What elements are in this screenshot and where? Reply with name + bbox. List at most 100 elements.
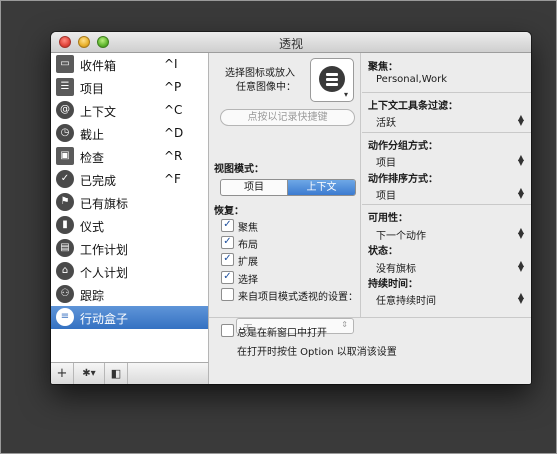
view-mode-label: 视图模式： <box>214 164 264 175</box>
sorting-label: 动作排序方式： <box>368 174 438 185</box>
record-shortcut-button[interactable]: 点按以记录快捷键 <box>220 109 355 126</box>
sidebar-item-shortcut: ^C <box>164 103 183 117</box>
sidebar-item-due[interactable]: ◷ 截止 ^D <box>51 122 208 145</box>
sidebar-item-review[interactable]: ▣ 检查 ^R <box>51 145 208 168</box>
sidebar-item-label: 跟踪 <box>80 289 105 303</box>
at-sign-icon: @ <box>56 101 74 119</box>
toolbar-filter-value: 活跃 <box>376 118 396 129</box>
perspective-list[interactable]: ▭ 收件箱 ^I ☰ 项目 ^P @ 上下文 ^C ◷ 截止 ^D ▣ 检查 ^… <box>51 53 209 362</box>
restore-project-settings-checkbox[interactable] <box>221 288 234 301</box>
people-icon: ⚇ <box>56 285 74 303</box>
grouping-popup[interactable]: 项目 ▲ ▼ <box>376 153 524 170</box>
availability-label: 可用性： <box>368 213 408 224</box>
grouping-label: 动作分组方式： <box>368 141 438 152</box>
restore-selection-checkbox[interactable]: ✓ <box>221 271 234 284</box>
sidebar-item-label: 收件箱 <box>80 59 117 73</box>
bar-chart-icon: ▮ <box>56 216 74 234</box>
sidebar-item-tracking[interactable]: ⚇ 跟踪 <box>51 283 208 306</box>
icon-hint-line-1: 选择图标或放入 <box>225 68 295 79</box>
list-icon: ≡ <box>56 308 74 326</box>
restore-expansion-checkbox[interactable]: ✓ <box>221 253 234 266</box>
projects-icon: ☰ <box>56 78 74 96</box>
sidebar-item-completed[interactable]: ✓ 已完成 ^F <box>51 168 208 191</box>
sorting-value: 项目 <box>376 191 396 202</box>
sidebar-item-action-box[interactable]: ≡ 行动盒子 <box>51 306 208 329</box>
view-mode-segmented-control[interactable]: 项目 上下文 <box>220 179 356 196</box>
sidebar-item-label: 检查 <box>80 151 105 165</box>
restore-label: 恢复： <box>214 206 244 217</box>
divider <box>362 92 531 93</box>
clock-icon: ◷ <box>56 124 74 142</box>
restore-focus-label: 聚焦 <box>238 223 258 234</box>
sidebar-item-personal-plan[interactable]: ⌂ 个人计划 <box>51 260 208 283</box>
sidebar-item-label: 截止 <box>80 128 105 142</box>
availability-value: 下一个动作 <box>376 231 426 242</box>
updown-arrow-icon: ▲ ▼ <box>517 153 524 167</box>
sidebar-item-label: 项目 <box>80 82 105 96</box>
restore-expansion-label: 扩展 <box>238 257 258 268</box>
open-new-window-checkbox[interactable] <box>221 324 234 337</box>
duration-popup[interactable]: 任意持续时间 ▲ ▼ <box>376 291 524 308</box>
sidebar-item-contexts[interactable]: @ 上下文 ^C <box>51 99 208 122</box>
updown-arrow-icon: ▲ ▼ <box>517 259 524 273</box>
sidebar-item-projects[interactable]: ☰ 项目 ^P <box>51 76 208 99</box>
availability-popup[interactable]: 下一个动作 ▲ ▼ <box>376 226 524 243</box>
briefcase-icon: ▤ <box>56 239 74 257</box>
restore-layout-checkbox[interactable]: ✓ <box>221 236 234 249</box>
status-label: 状态： <box>368 246 398 257</box>
sidebar-item-shortcut: ^P <box>164 80 182 94</box>
sidebar-item-label: 已有旗标 <box>80 197 129 211</box>
updown-arrow-icon: ⇕ <box>341 320 348 329</box>
perspective-filters: 聚焦： Personal,Work 上下文工具条过滤： 活跃 ▲ ▼ 动作分组方式… <box>362 53 531 384</box>
house-icon: ⌂ <box>56 262 74 280</box>
focus-value[interactable]: Personal,Work <box>376 74 447 85</box>
column-divider <box>360 53 361 317</box>
perspective-icon <box>319 66 345 92</box>
icon-hint-line-2: 任意图像中： <box>236 82 296 93</box>
icon-well[interactable]: ▾ <box>310 58 354 102</box>
sidebar-item-shortcut: ^F <box>164 172 181 186</box>
sidebar-item-shortcut: ^D <box>164 126 184 140</box>
restore-focus-checkbox[interactable]: ✓ <box>221 219 234 232</box>
sidebar-item-shortcut: ^I <box>164 57 178 71</box>
sidebar-item-dashboard[interactable]: ▮ 仪式 <box>51 214 208 237</box>
updown-arrow-icon: ▲ ▼ <box>517 226 524 240</box>
sorting-popup[interactable]: 项目 ▲ ▼ <box>376 186 524 203</box>
open-new-window-label: 总是在新窗口中打开 <box>237 328 327 339</box>
updown-arrow-icon: ▲ ▼ <box>517 186 524 200</box>
restore-layout-label: 布局 <box>238 240 258 251</box>
toolbar-filter-popup[interactable]: 活跃 ▲ ▼ <box>376 113 524 130</box>
review-icon: ▣ <box>56 147 74 165</box>
chevron-down-icon: ▾ <box>344 90 349 99</box>
checkmark-icon: ✓ <box>56 170 74 188</box>
sidebar-bottom-bar: + ✱▾ ◧ <box>51 362 209 384</box>
focus-label: 聚焦： <box>368 62 398 73</box>
status-value: 没有旗标 <box>376 264 416 275</box>
divider <box>362 204 531 205</box>
screenshot-frame: 透视 ▭ 收件箱 ^I ☰ 项目 ^P @ 上下文 ^C ◷ 截止 ^D ▣ 检… <box>0 0 557 454</box>
duration-value: 任意持续时间 <box>376 296 436 307</box>
sidebar-item-flagged[interactable]: ⚑ 已有旗标 <box>51 191 208 214</box>
restore-project-settings-label: 来自项目模式透视的设置： <box>238 292 358 303</box>
gear-menu-button[interactable]: ✱▾ <box>74 363 105 384</box>
title-bar[interactable]: 透视 <box>51 32 531 53</box>
duration-label: 持续时间： <box>368 279 418 290</box>
view-mode-contexts[interactable]: 上下文 <box>288 180 355 195</box>
updown-arrow-icon: ▲ ▼ <box>517 291 524 305</box>
add-perspective-button[interactable]: + <box>51 363 74 384</box>
sidebar-item-label: 工作计划 <box>80 243 129 257</box>
sidebar-item-label: 上下文 <box>80 105 117 119</box>
status-popup[interactable]: 没有旗标 ▲ ▼ <box>376 259 524 276</box>
updown-arrow-icon: ▲ ▼ <box>517 113 524 127</box>
sidebar-item-work-plan[interactable]: ▤ 工作计划 <box>51 237 208 260</box>
sidebar-item-label: 仪式 <box>80 220 105 234</box>
window-title: 透视 <box>278 37 303 51</box>
sidebar-item-inbox[interactable]: ▭ 收件箱 ^I <box>51 53 208 76</box>
restore-selection-label: 选择 <box>238 275 258 286</box>
divider <box>362 132 531 133</box>
view-mode-projects[interactable]: 项目 <box>221 180 288 195</box>
inbox-icon: ▭ <box>56 55 74 73</box>
toggle-sidebar-button[interactable]: ◧ <box>105 363 128 384</box>
grouping-value: 项目 <box>376 158 396 169</box>
sidebar-item-label: 行动盒子 <box>80 312 129 326</box>
